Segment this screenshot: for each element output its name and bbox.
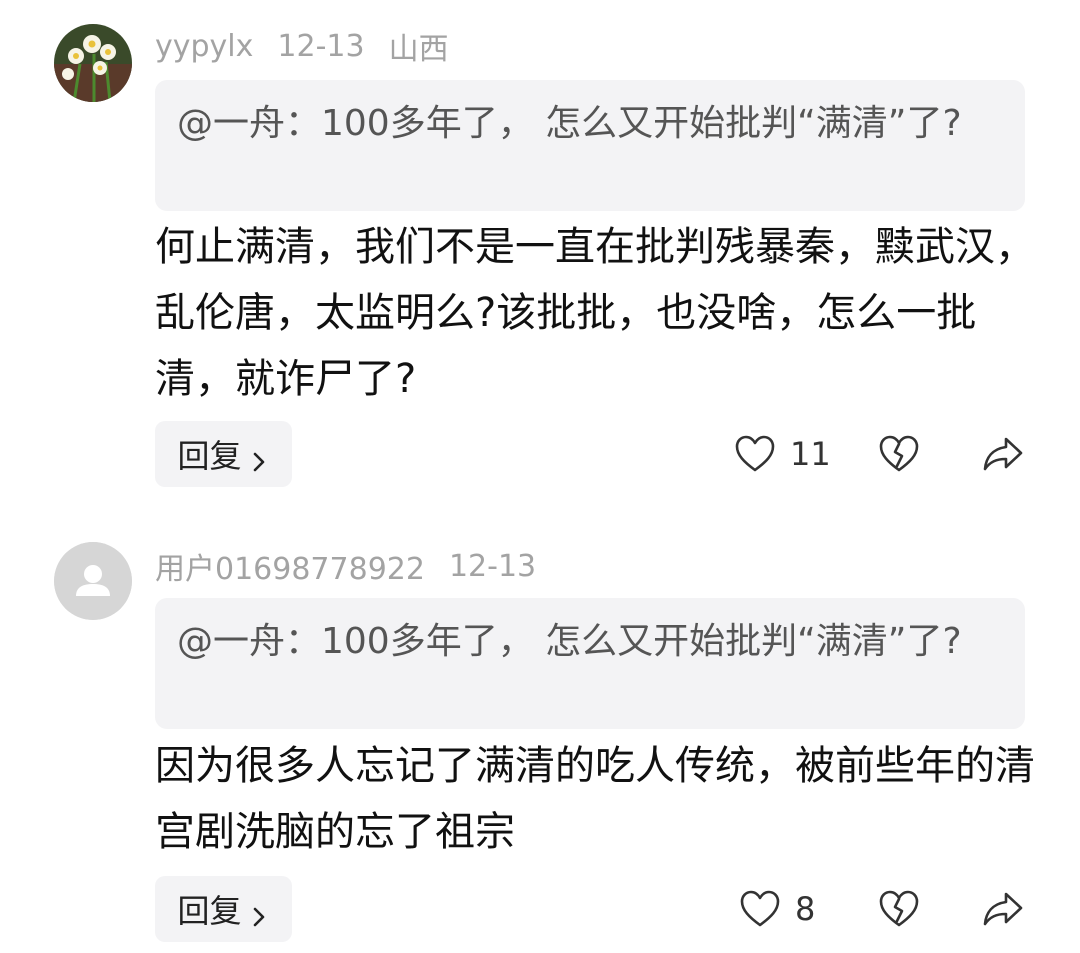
share-button[interactable] [982, 434, 1024, 474]
default-user-avatar-icon [54, 542, 132, 620]
chevron-right-icon [248, 443, 270, 472]
like-count: 8 [795, 890, 816, 928]
share-arrow-icon [982, 889, 1024, 929]
avatar[interactable] [54, 542, 132, 620]
quoted-comment[interactable]: @一舟：100多年了， 怎么又开始批判“满清”了? [155, 80, 1025, 211]
avatar[interactable] [54, 24, 132, 102]
username[interactable]: 用户01698778922 [155, 544, 425, 588]
reply-label: 回复 [177, 437, 242, 475]
comment-meta: 用户01698778922 12-13 [155, 544, 560, 588]
reply-button[interactable]: 回复 [155, 876, 292, 942]
comment-meta: yypylx 12-13 山西 [155, 26, 473, 68]
like-count: 11 [790, 435, 831, 473]
like-button[interactable]: 8 [739, 889, 815, 929]
heart-outline-icon [739, 889, 781, 929]
comment-date: 12-13 [277, 28, 365, 64]
reply-label: 回复 [177, 892, 242, 930]
reply-button[interactable]: 回复 [155, 421, 292, 487]
dislike-button[interactable] [878, 434, 920, 474]
broken-heart-icon [878, 889, 920, 929]
share-button[interactable] [982, 889, 1024, 929]
comment-location: 山西 [388, 32, 449, 67]
like-button[interactable]: 11 [734, 434, 831, 474]
comment-text: 因为很多人忘记了满清的吃人传统，被前些年的清宫剧洗脑的忘了祖宗 [155, 743, 1035, 855]
narcissus-flower-photo [54, 24, 132, 102]
comment-date: 12-13 [448, 548, 537, 584]
share-arrow-icon [982, 434, 1024, 474]
broken-heart-icon [878, 434, 920, 474]
comment-text: 何止满清，我们不是一直在批判残暴秦，黩武汉，乱伦唐，太监明么?该批批，也没啥，怎… [155, 224, 1035, 402]
dislike-button[interactable] [878, 889, 920, 929]
username[interactable]: yypylx [155, 29, 253, 64]
quoted-comment[interactable]: @一舟：100多年了， 怎么又开始批判“满清”了? [155, 598, 1025, 729]
heart-outline-icon [734, 434, 776, 474]
chevron-right-icon [248, 898, 270, 927]
